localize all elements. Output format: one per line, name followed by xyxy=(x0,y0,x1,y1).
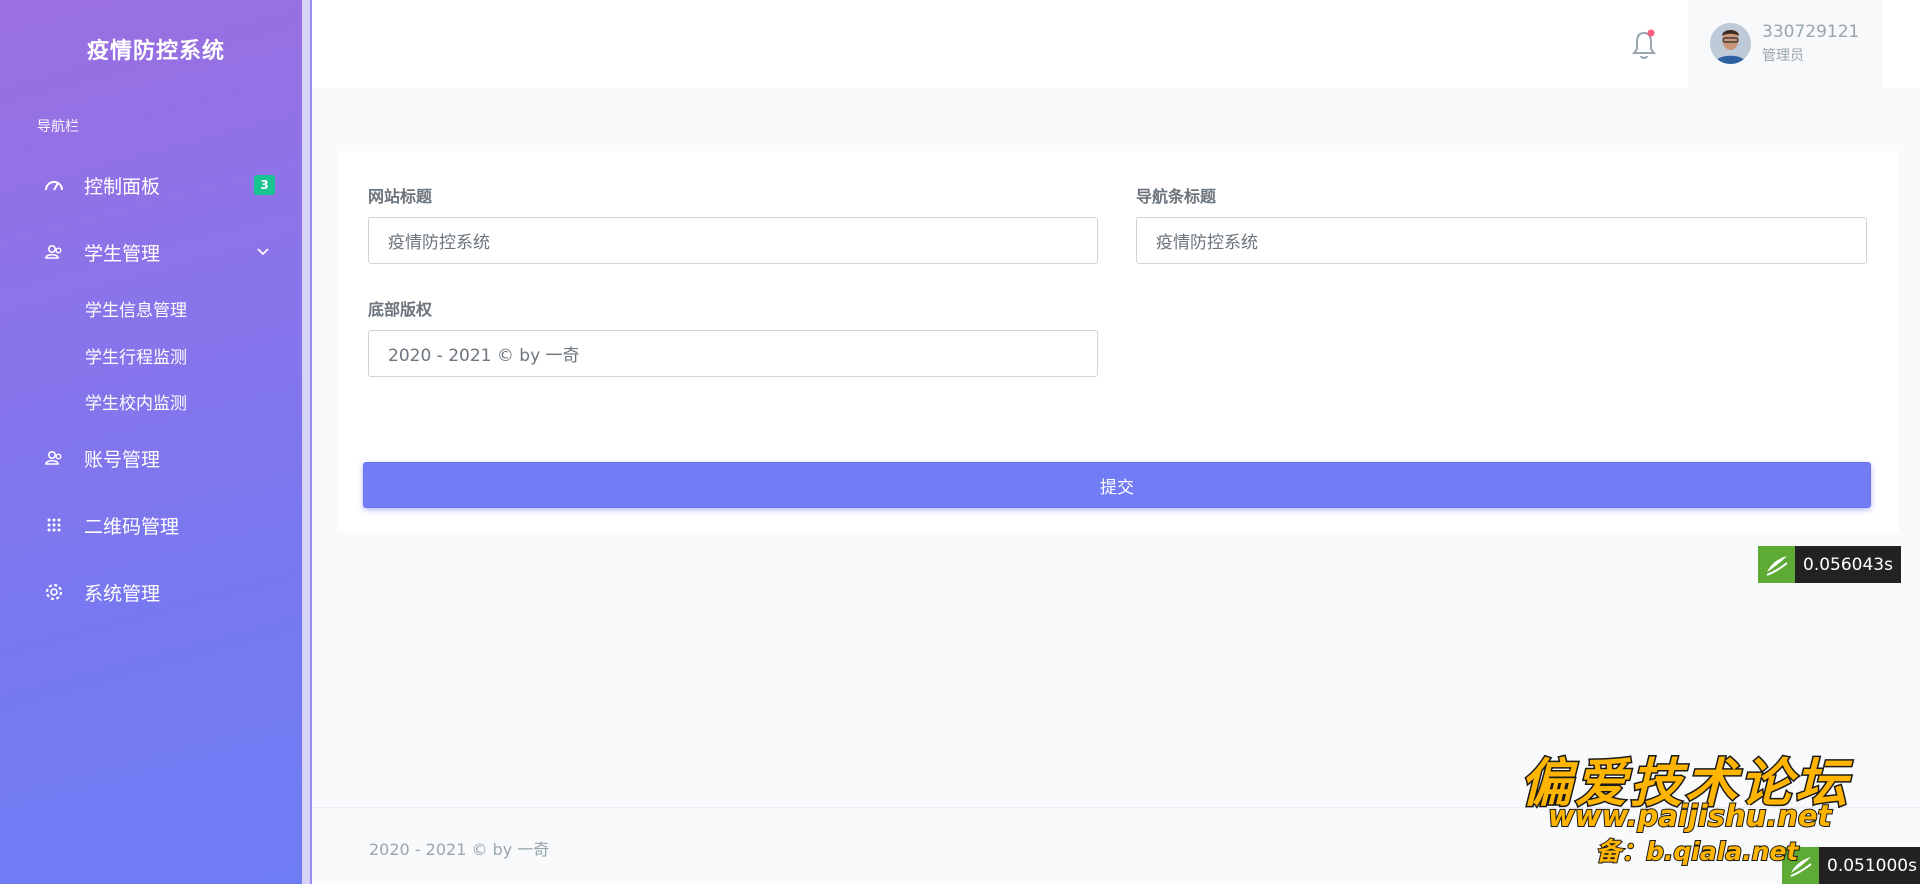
chevron-down-icon xyxy=(256,245,270,259)
user-menu[interactable]: 330729121 管理员 xyxy=(1689,0,1883,88)
nav-heading: 导航栏 xyxy=(37,119,79,135)
users-icon xyxy=(44,242,64,262)
sidebar-item-label: 账号管理 xyxy=(84,448,161,471)
timer-value: 0.056043s xyxy=(1795,546,1901,583)
sidebar-item-label: 学生管理 xyxy=(84,242,161,265)
topbar xyxy=(312,0,1920,88)
copyright-input[interactable] xyxy=(368,330,1098,377)
watermark-url: www.paijishu.net xyxy=(1547,798,1832,834)
nav-title-label: 导航条标题 xyxy=(1136,187,1217,206)
sidebar-item-qrcode[interactable]: 二维码管理 xyxy=(0,503,302,547)
user-name: 330729121 xyxy=(1762,22,1860,42)
sidebar-subitem-student-campus[interactable]: 学生校内监测 xyxy=(85,389,187,414)
bell-icon[interactable] xyxy=(1629,28,1659,62)
site-title-label: 网站标题 xyxy=(368,187,433,206)
avatar xyxy=(1710,23,1751,64)
footer-copyright: 2020 - 2021 © by 一奇 xyxy=(369,840,550,859)
copyright-label: 底部版权 xyxy=(368,300,433,319)
users-icon xyxy=(44,448,64,468)
sidebar-item-label: 系统管理 xyxy=(84,582,161,605)
brand-title[interactable]: 疫情防控系统 xyxy=(0,33,312,65)
watermark-subtitle: 备：b.qiala.net xyxy=(1595,836,1799,867)
sidebar-subitem-student-travel[interactable]: 学生行程监测 xyxy=(85,343,187,368)
sidebar-item-system[interactable]: 系统管理 xyxy=(0,570,302,614)
sidebar-item-dashboard[interactable]: 控制面板 3 xyxy=(0,163,302,207)
sidebar-subitem-student-info[interactable]: 学生信息管理 xyxy=(85,296,187,321)
nav-title-input[interactable] xyxy=(1136,217,1867,264)
sidebar-scrollbar[interactable] xyxy=(302,0,312,884)
speedometer-icon xyxy=(44,175,64,195)
notification-count-badge: 3 xyxy=(254,175,275,195)
sidebar-item-label: 控制面板 xyxy=(84,175,161,198)
site-title-input[interactable] xyxy=(368,217,1098,264)
grid-icon xyxy=(44,515,64,535)
submit-button[interactable]: 提交 xyxy=(363,462,1871,508)
sidebar-item-accounts[interactable]: 账号管理 xyxy=(0,436,302,480)
sidebar-item-students[interactable]: 学生管理 xyxy=(0,230,302,274)
watermark: 偏爱技术论坛 www.paijishu.net 备：b.qiala.net xyxy=(1512,741,1896,868)
page-timer: 0.056043s xyxy=(1758,546,1901,583)
user-role: 管理员 xyxy=(1762,48,1804,64)
gear-icon xyxy=(44,582,64,602)
sidebar-item-label: 二维码管理 xyxy=(84,515,180,538)
leaf-logo-icon xyxy=(1758,546,1795,583)
